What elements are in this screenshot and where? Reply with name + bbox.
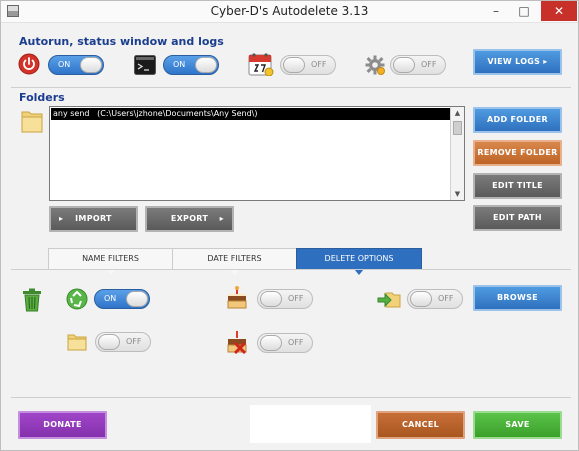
schedule-toggle-label: OFF — [311, 60, 327, 69]
empty-folder-toggle-label: OFF — [126, 337, 142, 346]
import-arrow-icon: ▸ — [59, 214, 64, 223]
folder-list[interactable]: any send (C:\Users\jzhone\Documents\Any … — [49, 106, 465, 201]
recycle-icon — [66, 288, 88, 314]
toggle-knob — [126, 291, 148, 307]
app-window: Cyber-D's Autodelete 3.13 – □ ✕ Autorun,… — [0, 0, 579, 451]
edit-path-button[interactable]: EDIT PATH — [473, 205, 562, 231]
recycle-bin-toggle-label: ON — [104, 294, 117, 303]
folder-list-scrollbar[interactable]: ▲ ▼ — [450, 107, 464, 200]
export-button[interactable]: EXPORT ▸ — [145, 206, 234, 232]
tab-name-filters[interactable]: NAME FILTERS — [48, 248, 173, 275]
date-cake-toggle[interactable]: OFF — [257, 289, 313, 309]
move-to-folder-icon — [377, 289, 401, 313]
status-window-toggle-label: ON — [173, 60, 186, 69]
scroll-thumb[interactable] — [453, 121, 462, 135]
trash-icon — [22, 288, 42, 316]
toggle-knob — [98, 334, 120, 350]
toggle-knob — [195, 57, 217, 73]
status-window-toggle[interactable]: ON — [163, 55, 219, 75]
settings-toggle[interactable]: OFF — [390, 55, 446, 75]
recycle-bin-toggle[interactable]: ON — [94, 289, 150, 309]
empty-folder-toggle[interactable]: OFF — [95, 332, 151, 352]
divider — [11, 397, 571, 398]
terminal-icon — [134, 55, 156, 79]
save-button[interactable]: SAVE — [473, 411, 562, 439]
toggle-knob — [260, 335, 282, 351]
settings-toggle-label: OFF — [421, 60, 437, 69]
tab-delete-options-label: DELETE OPTIONS — [324, 254, 394, 263]
export-arrow-icon: ▸ — [219, 214, 224, 223]
folders-section-title: Folders — [19, 91, 65, 104]
view-logs-button[interactable]: VIEW LOGS ▸ — [473, 49, 562, 75]
browse-button[interactable]: BROWSE — [473, 285, 562, 311]
scroll-down-icon[interactable]: ▼ — [451, 188, 464, 200]
minimize-button[interactable]: – — [483, 1, 509, 21]
donate-button[interactable]: DONATE — [18, 411, 107, 439]
maximize-button[interactable]: □ — [511, 1, 537, 21]
toggle-knob — [80, 57, 102, 73]
divider — [11, 87, 571, 88]
scroll-up-icon[interactable]: ▲ — [451, 107, 464, 119]
title-bar: Cyber-D's Autodelete 3.13 – □ ✕ — [1, 1, 578, 23]
schedule-toggle[interactable]: OFF — [280, 55, 336, 75]
toggle-knob — [260, 291, 282, 307]
autorun-toggle[interactable]: ON — [48, 55, 104, 75]
autorun-section-title: Autorun, status window and logs — [19, 35, 224, 48]
export-button-label: EXPORT — [170, 214, 209, 223]
add-folder-button[interactable]: ADD FOLDER — [473, 107, 562, 133]
move-files-toggle[interactable]: OFF — [407, 289, 463, 309]
folder-list-item[interactable]: any send (C:\Users\jzhone\Documents\Any … — [51, 108, 451, 120]
gear-icon — [364, 54, 386, 80]
delete-cake-toggle-label: OFF — [288, 338, 304, 347]
import-button[interactable]: ▸ IMPORT — [49, 206, 138, 232]
divider — [11, 269, 571, 270]
autorun-toggle-label: ON — [58, 60, 71, 69]
empty-folder-icon — [66, 331, 88, 355]
close-button[interactable]: ✕ — [541, 1, 577, 21]
toggle-knob — [410, 291, 432, 307]
cake-delete-icon — [226, 330, 248, 358]
toggle-knob — [283, 57, 305, 73]
power-icon — [18, 53, 40, 79]
tab-date-filters[interactable]: DATE FILTERS — [172, 248, 297, 275]
folder-icon — [20, 107, 44, 137]
import-button-label: IMPORT — [75, 214, 112, 223]
calendar-icon — [248, 52, 274, 80]
cancel-button[interactable]: CANCEL — [376, 411, 465, 439]
remove-folder-button[interactable]: REMOVE FOLDER — [473, 140, 562, 166]
footer-blank-area — [250, 405, 371, 443]
toggle-knob — [393, 57, 415, 73]
cake-icon — [226, 286, 248, 314]
delete-cake-toggle[interactable]: OFF — [257, 333, 313, 353]
date-cake-toggle-label: OFF — [288, 294, 304, 303]
tab-delete-options[interactable]: DELETE OPTIONS — [296, 248, 422, 275]
tab-name-filters-label: NAME FILTERS — [82, 254, 139, 263]
move-files-toggle-label: OFF — [438, 294, 454, 303]
tab-date-filters-label: DATE FILTERS — [207, 254, 262, 263]
edit-title-button[interactable]: EDIT TITLE — [473, 173, 562, 199]
